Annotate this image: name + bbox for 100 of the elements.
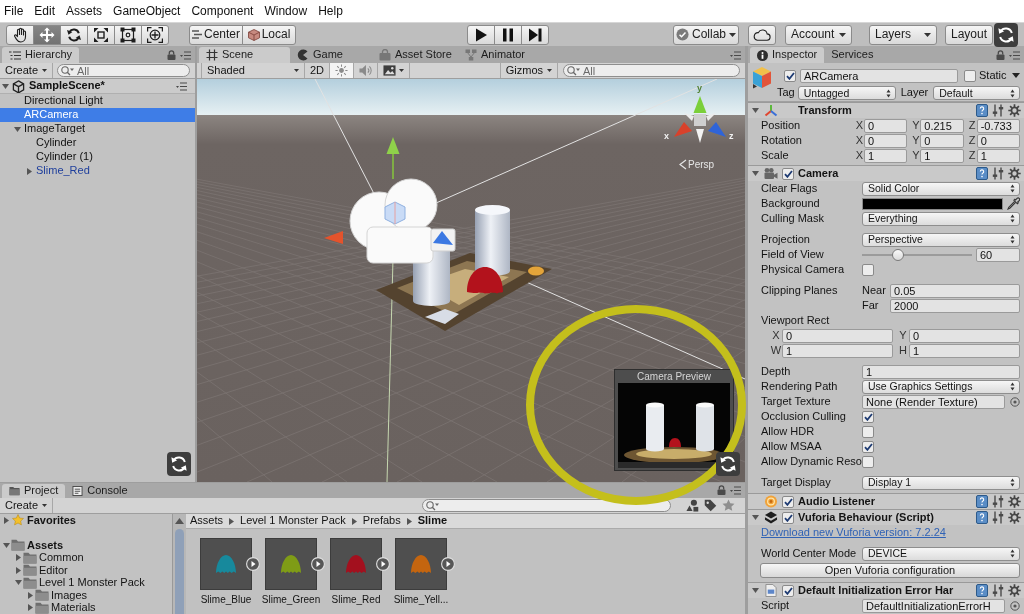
component-header[interactable]: Default Initialization Error Har xyxy=(748,582,1024,598)
number-field[interactable]: 0 xyxy=(782,328,893,343)
menu-icon[interactable] xyxy=(180,50,191,60)
hierarchy-item[interactable]: ARCamera xyxy=(0,108,195,122)
disclosure-arrow-icon[interactable] xyxy=(27,604,34,612)
layer-dropdown[interactable]: Default xyxy=(933,86,1020,100)
panel-tab[interactable]: Asset Store xyxy=(372,47,458,63)
checkbox[interactable] xyxy=(862,410,874,423)
tree-item[interactable]: Favorites xyxy=(0,514,172,527)
y-axis-handle[interactable] xyxy=(386,137,400,180)
arrow-up-icon[interactable] xyxy=(175,518,184,524)
disclosure-arrow-icon[interactable] xyxy=(15,579,22,587)
menu-item[interactable]: Component xyxy=(191,0,254,22)
help-icon[interactable] xyxy=(976,495,988,508)
tree-item[interactable]: Materials xyxy=(0,601,172,614)
layers-dropdown[interactable]: Layers xyxy=(869,24,937,45)
checkbox[interactable] xyxy=(862,455,874,468)
tool-button[interactable] xyxy=(60,24,88,45)
hierarchy-item[interactable]: Slime_Red xyxy=(0,164,195,178)
checkbox[interactable] xyxy=(782,167,794,180)
number-field[interactable]: 0.215 xyxy=(920,118,964,133)
tool-button[interactable] xyxy=(141,24,169,45)
slider-thumb[interactable] xyxy=(892,248,905,261)
sliders-icon[interactable] xyxy=(992,495,1004,508)
hierarchy-item[interactable]: Cylinder xyxy=(0,136,195,150)
scrollbar-thumb[interactable] xyxy=(175,529,184,614)
cloud-button[interactable] xyxy=(748,24,776,45)
number-field[interactable]: 60 xyxy=(976,247,1020,262)
disclosure-arrow-icon[interactable] xyxy=(15,554,22,562)
projection-label[interactable]: Persp xyxy=(688,159,715,170)
settings-icon[interactable] xyxy=(1008,104,1021,117)
breadcrumb-item[interactable]: Prefabs xyxy=(362,514,401,528)
object-field[interactable]: None (Render Texture) xyxy=(862,394,1005,409)
number-field[interactable]: 1 xyxy=(864,148,908,163)
number-field[interactable]: 0 xyxy=(920,133,964,148)
lock-icon[interactable] xyxy=(717,485,726,495)
breadcrumb-item[interactable]: Assets xyxy=(190,514,223,528)
tag-icon[interactable] xyxy=(704,499,717,512)
number-field[interactable]: -0.733 xyxy=(976,118,1020,133)
disclosure-arrow-icon[interactable] xyxy=(752,587,759,594)
search-field[interactable]: All xyxy=(57,64,191,77)
checkbox[interactable] xyxy=(862,263,874,276)
dropdown[interactable]: DEVICE xyxy=(862,546,1020,561)
panel-tab[interactable]: Hierarchy xyxy=(2,47,80,63)
panel-tab[interactable]: Inspector xyxy=(750,47,825,63)
account-dropdown[interactable]: Account xyxy=(785,24,852,45)
tool-button[interactable] xyxy=(87,24,115,45)
lock-icon[interactable] xyxy=(167,50,176,60)
refresh-icon[interactable] xyxy=(994,23,1018,47)
disclosure-arrow-icon[interactable] xyxy=(14,125,21,133)
shapes-icon[interactable] xyxy=(686,499,699,512)
menu-item[interactable]: GameObject xyxy=(113,0,181,22)
help-icon[interactable] xyxy=(976,167,988,180)
breadcrumb-item[interactable]: Level 1 Monster Pack xyxy=(240,514,346,528)
disclosure-arrow-icon[interactable] xyxy=(3,541,10,549)
menu-icon[interactable] xyxy=(730,485,741,495)
disclosure-arrow-icon[interactable] xyxy=(15,566,22,574)
disclosure-arrow-icon[interactable] xyxy=(3,516,10,524)
shading-dropdown[interactable]: Shaded xyxy=(201,63,305,78)
tree-item[interactable]: Level 1 Monster Pack xyxy=(0,576,172,589)
menu-item[interactable]: Help xyxy=(318,0,343,22)
play-button[interactable] xyxy=(467,24,495,45)
help-icon[interactable] xyxy=(976,584,988,597)
checkbox[interactable] xyxy=(862,440,874,453)
dropdown[interactable]: Display 1 xyxy=(862,475,1020,490)
checkbox[interactable] xyxy=(782,495,794,508)
asset-thumbnail[interactable] xyxy=(200,538,252,590)
number-field[interactable]: 1 xyxy=(909,343,1020,358)
number-field[interactable]: 1 xyxy=(976,148,1020,163)
color-swatch[interactable] xyxy=(862,197,1003,210)
refresh-icon[interactable] xyxy=(716,452,740,476)
menu-item[interactable]: Assets xyxy=(66,0,103,22)
settings-icon[interactable] xyxy=(1008,584,1021,597)
eyedropper-icon[interactable] xyxy=(1007,197,1020,210)
settings-icon[interactable] xyxy=(1008,167,1021,180)
disclosure-arrow-icon[interactable] xyxy=(2,82,9,90)
menu-item[interactable]: Window xyxy=(264,0,308,22)
create-dropdown[interactable]: Create xyxy=(0,498,54,513)
pause-button[interactable] xyxy=(494,24,522,45)
scene-header[interactable]: SampleScene* xyxy=(0,79,195,94)
menu-item[interactable]: Edit xyxy=(34,0,56,22)
checkbox[interactable] xyxy=(964,69,976,82)
camera-gizmo[interactable] xyxy=(349,178,456,264)
number-field[interactable]: 2000 xyxy=(890,298,1020,313)
menu-item[interactable]: File xyxy=(4,0,24,22)
create-dropdown[interactable]: Create xyxy=(0,63,54,78)
play-circle-icon[interactable] xyxy=(311,557,325,571)
star-icon[interactable] xyxy=(722,499,735,512)
breadcrumb-item[interactable]: Slime xyxy=(417,514,448,528)
component-header[interactable]: Transform xyxy=(748,102,1024,118)
gizmos-dropdown[interactable]: Gizmos xyxy=(499,63,558,78)
asset-thumbnail[interactable] xyxy=(330,538,382,590)
sliders-icon[interactable] xyxy=(992,511,1004,524)
component-header[interactable]: Vuforia Behaviour (Script) xyxy=(748,509,1024,525)
panel-tab[interactable]: Animator xyxy=(458,47,530,63)
object-picker-icon[interactable] xyxy=(1010,600,1020,611)
tool-button[interactable] xyxy=(114,24,142,45)
component-header[interactable]: Camera xyxy=(748,165,1024,181)
help-icon[interactable] xyxy=(976,511,988,524)
play-circle-icon[interactable] xyxy=(376,557,390,571)
